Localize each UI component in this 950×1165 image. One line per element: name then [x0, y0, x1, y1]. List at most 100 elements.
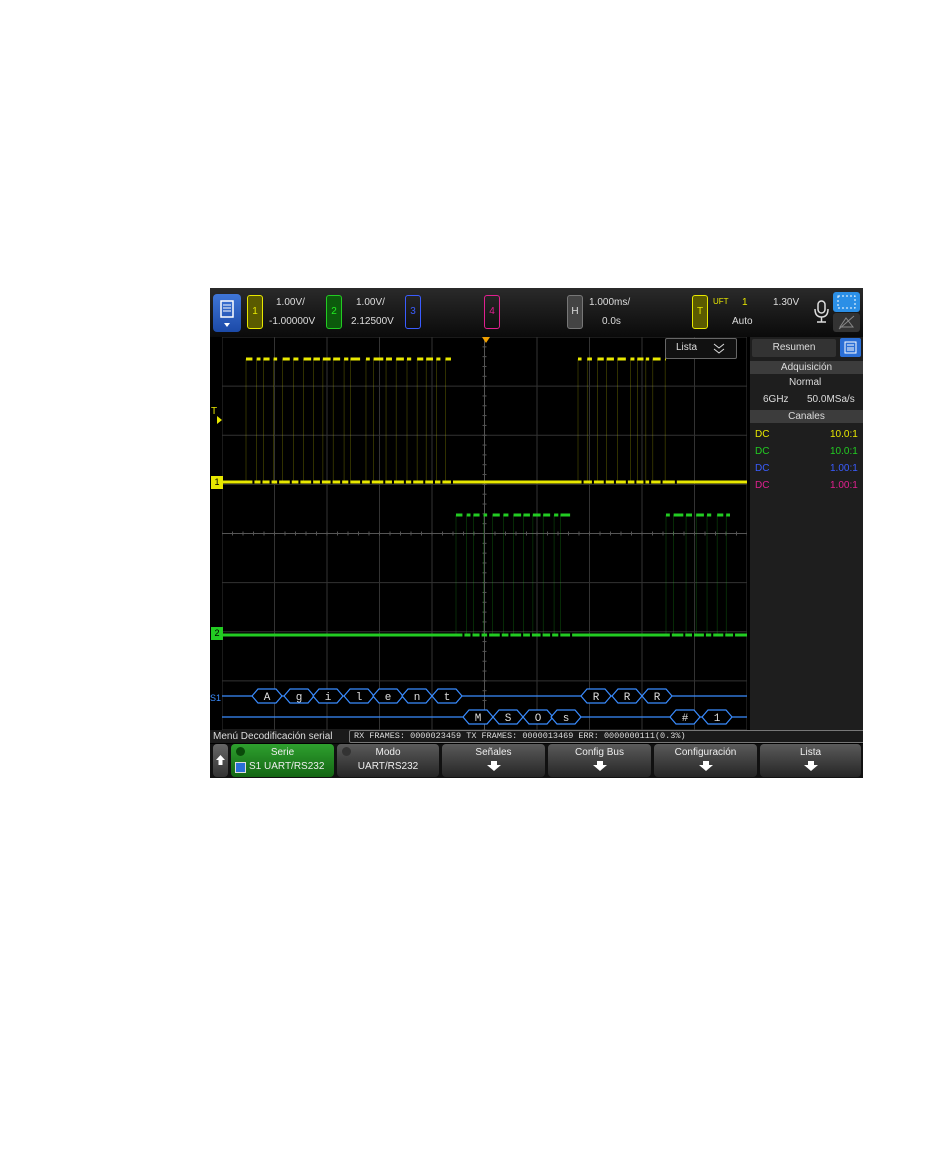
- double-chevron-down-icon: [713, 343, 725, 354]
- channel-probe-ratio: 1.00:1: [830, 463, 858, 474]
- serial-bus-marker[interactable]: S1: [210, 693, 221, 703]
- serie-label: Serie: [270, 747, 295, 758]
- touch-icon: [838, 315, 855, 330]
- acquisition-header: Adquisición: [750, 361, 863, 374]
- trigger-type: UFT: [713, 297, 729, 306]
- trigger-position-marker: [482, 337, 490, 343]
- ch2-scale: 1.00V/: [356, 297, 385, 308]
- trigger-label: T: [696, 306, 704, 317]
- submenu-arrow-icon: [593, 761, 607, 771]
- tab-resumen[interactable]: Resumen: [752, 339, 836, 357]
- bus-checkbox-icon: [235, 762, 246, 773]
- serie-value: S1 UART/RS232: [249, 761, 325, 772]
- selection-box-icon: [837, 295, 856, 309]
- trigger-mode: Auto: [732, 316, 753, 327]
- modo-softkey[interactable]: Modo UART/RS232: [337, 744, 439, 777]
- up-arrow-icon: [216, 755, 225, 765]
- waveform-display[interactable]: Ag i l e n t R R R M S Os #1: [222, 337, 747, 730]
- senales-softkey[interactable]: Señales: [442, 744, 545, 777]
- acquisition-mode: Normal: [789, 377, 822, 388]
- oscilloscope-screen: 1 1.00V/ -1.00000V 2 1.00V/ 2.12500V 3 4…: [210, 288, 863, 778]
- submenu-arrow-icon: [804, 761, 818, 771]
- channel-probe-ratio: 1.00:1: [830, 480, 858, 491]
- status-line: Menú Decodificación serial RX FRAMES: 00…: [210, 730, 863, 743]
- lista-softkey-label: Lista: [799, 747, 822, 758]
- lista-label: Lista: [676, 342, 698, 353]
- ch4-button[interactable]: 4: [484, 295, 500, 329]
- ch1-button[interactable]: 1: [247, 295, 263, 329]
- decoded-byte: n: [414, 692, 421, 704]
- summary-panel: Resumen Adquisición Normal 6GHz 50.0MSa/…: [750, 337, 863, 730]
- ch4-number: 4: [489, 306, 495, 317]
- main-menu-button[interactable]: [213, 294, 241, 332]
- channel-coupling: DC: [755, 429, 770, 440]
- decoded-byte: i: [325, 692, 332, 704]
- decoded-byte: S: [505, 713, 512, 725]
- config-bus-label: Config Bus: [575, 747, 624, 758]
- decoded-byte: R: [593, 692, 600, 704]
- trigger-level: 1.30V: [773, 297, 800, 308]
- channel-probe-ratio: 10.0:1: [830, 429, 858, 440]
- ch2-ground-marker[interactable]: 2: [211, 627, 223, 640]
- trigger-source: 1: [742, 297, 748, 308]
- decoded-byte: g: [296, 692, 303, 704]
- lista-softkey[interactable]: Lista: [760, 744, 861, 777]
- microphone-icon[interactable]: [812, 299, 832, 325]
- submenu-arrow-icon: [699, 761, 713, 771]
- lista-dropdown-button[interactable]: Lista: [665, 338, 737, 359]
- horizontal-label: H: [571, 306, 579, 317]
- top-bar: 1 1.00V/ -1.00000V 2 1.00V/ 2.12500V 3 4…: [210, 288, 863, 337]
- sample-rate: 50.0MSa/s: [807, 394, 855, 405]
- channel-coupling: DC: [755, 480, 770, 491]
- config-bus-softkey[interactable]: Config Bus: [548, 744, 651, 777]
- decoded-byte: #: [682, 713, 689, 725]
- configuracion-softkey[interactable]: Configuración: [654, 744, 757, 777]
- ch3-number: 3: [410, 306, 416, 317]
- horizontal-scale: 1.000ms/: [589, 297, 631, 308]
- menu-icon: [220, 300, 234, 327]
- softkey-bar: Serie S1 UART/RS232 Modo UART/RS232 Seña…: [210, 744, 863, 778]
- graticule-grid: [222, 337, 747, 730]
- channel-coupling: DC: [755, 463, 770, 474]
- trigger-arrow-icon: [217, 416, 222, 424]
- panel-menu-button[interactable]: [840, 338, 861, 357]
- decoded-byte: e: [385, 692, 392, 704]
- ch1-ground-marker[interactable]: 1: [211, 476, 223, 489]
- trigger-button[interactable]: T: [692, 295, 708, 329]
- decoded-byte: A: [264, 692, 271, 704]
- ch3-button[interactable]: 3: [405, 295, 421, 329]
- frame-counters: RX FRAMES: 0000023459 TX FRAMES: 0000013…: [349, 730, 863, 743]
- decoded-byte: R: [654, 692, 661, 704]
- touch-off-button[interactable]: [833, 313, 860, 332]
- horizontal-delay: 0.0s: [602, 316, 621, 327]
- decoded-byte: M: [475, 713, 482, 725]
- decoded-byte: s: [563, 713, 570, 725]
- channel-probe-ratio: 10.0:1: [830, 446, 858, 457]
- ch1-trace-persistence: [245, 359, 666, 482]
- back-button[interactable]: [213, 744, 228, 777]
- ch1-number: 1: [252, 306, 258, 317]
- horizontal-button[interactable]: H: [567, 295, 583, 329]
- ch2-button[interactable]: 2: [326, 295, 342, 329]
- senales-label: Señales: [475, 747, 512, 758]
- modo-value: UART/RS232: [357, 761, 419, 772]
- decoded-byte: O: [535, 713, 542, 725]
- tx-decode-row: M S Os #1: [222, 709, 747, 725]
- channel-coupling: DC: [755, 446, 770, 457]
- ch2-number: 2: [331, 306, 337, 317]
- decoded-byte: l: [356, 692, 363, 704]
- configuracion-label: Configuración: [674, 747, 737, 758]
- ch1-offset: -1.00000V: [269, 316, 316, 327]
- decoded-byte: 1: [714, 713, 721, 725]
- decoded-byte: t: [444, 692, 451, 704]
- submenu-arrow-icon: [487, 761, 501, 771]
- serie-softkey[interactable]: Serie S1 UART/RS232: [231, 744, 334, 777]
- channels-header: Canales: [750, 410, 863, 423]
- modo-label: Modo: [375, 747, 401, 758]
- zoom-box-button[interactable]: [833, 292, 860, 312]
- ch1-scale: 1.00V/: [276, 297, 305, 308]
- bandwidth: 6GHz: [763, 394, 789, 405]
- decoded-byte: R: [624, 692, 631, 704]
- menu-title: Menú Decodificación serial: [213, 731, 333, 742]
- list-icon: [844, 341, 857, 354]
